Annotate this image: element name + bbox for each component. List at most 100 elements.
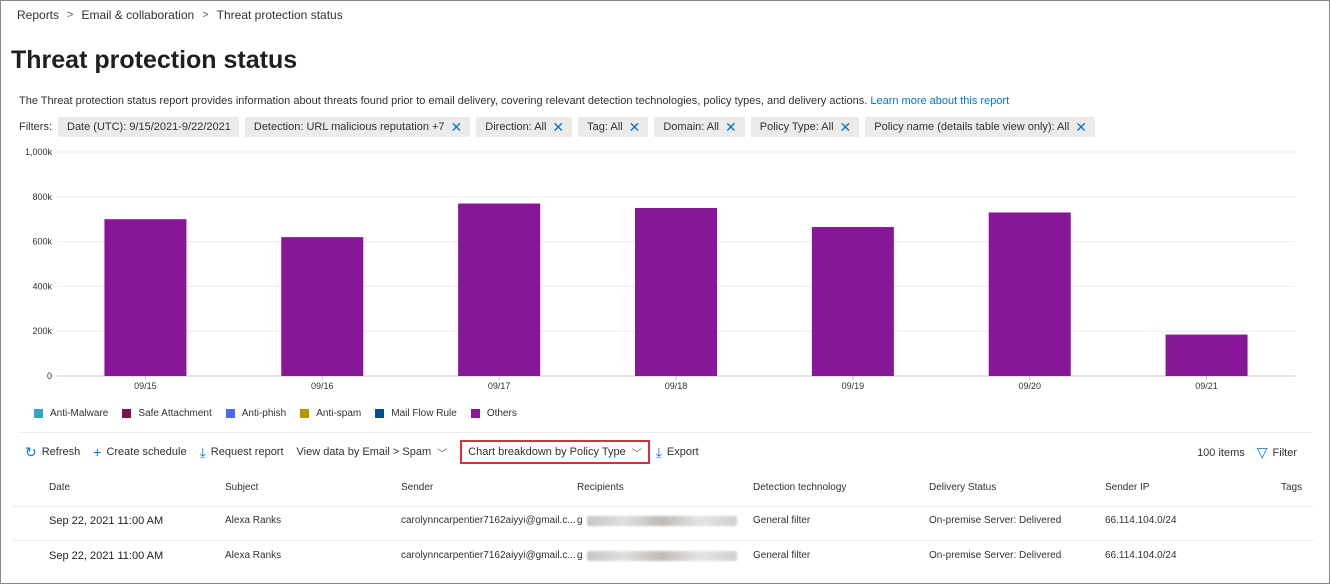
view-data-label: View data by Email > Spam	[296, 446, 432, 458]
y-tick-label: 200k	[32, 326, 52, 336]
refresh-label: Refresh	[41, 446, 81, 458]
report-toolbar: ↻ Refresh + Create schedule ⤓ Request re…	[25, 440, 712, 464]
filter-pill-detection[interactable]: Detection: URL malicious reputation +7 ✕	[244, 117, 471, 137]
close-icon[interactable]: ✕	[451, 120, 463, 134]
filter-pill-tag[interactable]: Tag: All ✕	[578, 117, 649, 137]
request-report-button[interactable]: ⤓ Request report	[200, 444, 284, 461]
chevron-right-icon: >	[202, 9, 209, 21]
y-tick-label: 1,000k	[25, 147, 53, 157]
chevron-down-icon: ﹀	[437, 448, 448, 460]
row-divider	[12, 506, 1314, 507]
page-description: The Threat protection status report prov…	[19, 95, 1009, 107]
x-tick-label: 09/15	[134, 381, 157, 391]
legend-item[interactable]: Others	[470, 408, 517, 419]
table-header: Date Subject Sender Recipients Detection…	[0, 482, 1330, 494]
column-header-date[interactable]: Date	[49, 482, 70, 493]
funnel-icon: ▽	[1256, 444, 1268, 460]
export-button[interactable]: ⤓ Export	[656, 444, 699, 461]
cell-detection-technology: General filter	[753, 515, 811, 526]
filter-pill-direction[interactable]: Direction: All ✕	[476, 117, 573, 137]
column-header-sender-ip[interactable]: Sender IP	[1105, 482, 1149, 493]
legend-label: Safe Attachment	[138, 408, 212, 419]
column-header-sender[interactable]: Sender	[401, 482, 433, 493]
download-icon: ⤓	[199, 443, 206, 460]
close-icon[interactable]: ✕	[629, 120, 641, 134]
cell-date: Sep 22, 2021 11:00 AM	[49, 550, 164, 562]
close-icon[interactable]: ✕	[840, 120, 852, 134]
bar[interactable]	[104, 219, 187, 376]
filter-pill-label: Direction: All	[485, 121, 547, 133]
y-tick-label: 800k	[32, 192, 52, 202]
legend-label: Mail Flow Rule	[391, 408, 457, 419]
cell-subject: Alexa Ranks	[225, 515, 282, 526]
column-header-recipients[interactable]: Recipients	[577, 482, 624, 493]
cell-date: Sep 22, 2021 11:00 AM	[49, 515, 164, 527]
legend-item[interactable]: Anti-spam	[300, 408, 361, 419]
bar[interactable]	[635, 208, 717, 376]
cell-delivery-status: On-premise Server: Delivered	[929, 550, 1062, 561]
bar[interactable]	[281, 237, 364, 376]
filter-pill-date[interactable]: Date (UTC): 9/15/2021-9/22/2021	[58, 117, 239, 137]
filter-pill-policy-type[interactable]: Policy Type: All ✕	[750, 117, 860, 137]
bar[interactable]	[811, 227, 894, 376]
bar[interactable]	[1165, 334, 1248, 376]
column-header-subject[interactable]: Subject	[225, 482, 258, 493]
toolbar-right: 100 items ▽ Filter	[1197, 444, 1297, 461]
cell-sender-ip: 66.114.104.0/24	[1105, 515, 1177, 526]
filter-button[interactable]: ▽ Filter	[1257, 444, 1297, 461]
table-row[interactable]: Sep 22, 2021 11:00 AM Alexa Ranks caroly…	[0, 550, 1330, 570]
plus-icon: +	[93, 444, 102, 460]
legend-item[interactable]: Safe Attachment	[122, 408, 212, 419]
chart-breakdown-dropdown[interactable]: Chart breakdown by Policy Type ﹀	[460, 440, 650, 464]
breadcrumb-reports[interactable]: Reports	[17, 8, 59, 22]
redacted-recipient	[587, 551, 737, 561]
legend-item[interactable]: Anti-phish	[225, 408, 286, 419]
filter-pill-label: Policy name (details table view only): A…	[874, 121, 1070, 133]
legend-swatch	[34, 409, 43, 418]
bar[interactable]	[988, 212, 1071, 376]
cell-recipient: g	[577, 515, 583, 526]
policy-type-bar-chart: 0 200k 400k 600k 800k 1,000k 09/15 09/16 09/17 09…	[25, 147, 1295, 391]
column-header-tags[interactable]: Tags	[1281, 482, 1302, 493]
y-tick-label: 600k	[32, 237, 52, 247]
breadcrumb-email-collaboration[interactable]: Email & collaboration	[81, 8, 194, 22]
create-schedule-button[interactable]: + Create schedule	[93, 444, 186, 460]
legend-swatch	[470, 409, 480, 418]
filter-pill-label: Domain: All	[663, 121, 719, 133]
chart-legend: Anti-Malware Safe Attachment Anti-phish Ant…	[34, 408, 531, 419]
request-report-label: Request report	[210, 446, 284, 458]
close-icon[interactable]: ✕	[552, 120, 564, 134]
y-tick-label: 400k	[32, 281, 52, 291]
x-tick-label: 09/16	[311, 381, 334, 391]
filter-pill-policy-name[interactable]: Policy name (details table view only): A…	[865, 117, 1096, 137]
refresh-button[interactable]: ↻ Refresh	[25, 444, 80, 461]
chevron-down-icon: ﹀	[631, 448, 642, 460]
cell-sender: carolynncarpentier7162aiyyi@gmail.c...	[401, 550, 576, 561]
y-tick-label: 0	[47, 371, 52, 381]
x-tick-label: 09/17	[488, 381, 511, 391]
filter-pill-label: Tag: All	[587, 121, 623, 133]
legend-item[interactable]: Mail Flow Rule	[375, 408, 457, 419]
column-header-detection-technology[interactable]: Detection technology	[753, 482, 846, 493]
bar[interactable]	[458, 203, 541, 376]
learn-more-link[interactable]: Learn more about this report	[870, 95, 1009, 107]
legend-label: Others	[486, 408, 517, 419]
column-header-delivery-status[interactable]: Delivery Status	[929, 482, 996, 493]
close-icon[interactable]: ✕	[1075, 120, 1087, 134]
close-icon[interactable]: ✕	[725, 120, 737, 134]
description-text: The Threat protection status report prov…	[19, 95, 868, 107]
x-tick-label: 09/18	[665, 381, 688, 391]
redacted-recipient	[587, 516, 737, 526]
x-tick-label: 09/21	[1195, 381, 1218, 391]
filter-pill-domain[interactable]: Domain: All ✕	[654, 117, 745, 137]
view-data-dropdown[interactable]: View data by Email > Spam ﹀	[297, 445, 448, 460]
table-row[interactable]: Sep 22, 2021 11:00 AM Alexa Ranks caroly…	[0, 515, 1330, 535]
cell-sender: carolynncarpentier7162aiyyi@gmail.c...	[401, 515, 576, 526]
legend-swatch	[300, 409, 310, 418]
x-tick-label: 09/20	[1018, 381, 1041, 391]
divider	[18, 432, 1312, 433]
filter-pill-label: Policy Type: All	[759, 121, 834, 133]
legend-item[interactable]: Anti-Malware	[34, 408, 108, 419]
cell-sender-ip: 66.114.104.0/24	[1105, 550, 1177, 561]
chart-breakdown-label: Chart breakdown by Policy Type	[468, 446, 626, 458]
